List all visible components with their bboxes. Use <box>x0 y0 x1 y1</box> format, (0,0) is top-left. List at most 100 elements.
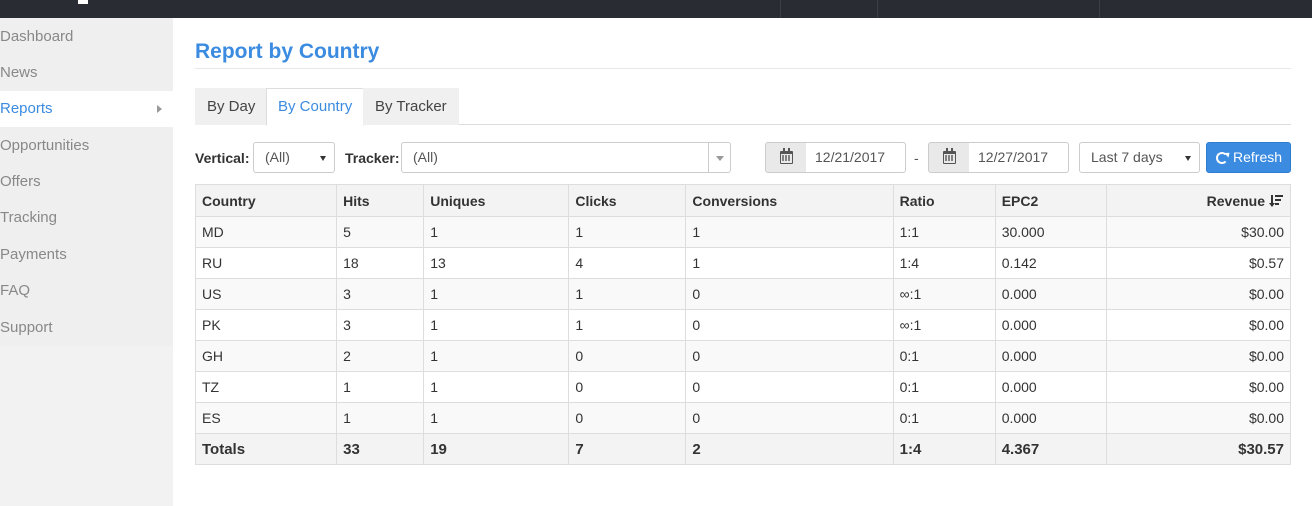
date-to-input[interactable]: 12/27/2017 <box>969 142 1069 173</box>
column-header-revenue-label: Revenue <box>1206 192 1265 209</box>
cell-hits: 2 <box>336 340 425 372</box>
sidebar-item-label: Tracking <box>0 209 57 226</box>
cell-ratio: 0:1 <box>892 402 996 434</box>
sidebar-item-offers[interactable]: Offers <box>0 164 173 200</box>
cell-uniques: 1 <box>423 278 570 310</box>
column-header-uniques[interactable]: Uniques <box>423 184 570 217</box>
caret-down-icon <box>320 156 326 161</box>
cell-revenue: $30.00 <box>1105 216 1292 248</box>
cell-clicks: 0 <box>568 402 687 434</box>
column-header-country[interactable]: Country <box>194 184 338 217</box>
cell-uniques: 1 <box>423 371 570 403</box>
cell-clicks: 1 <box>568 309 687 341</box>
column-header-epc2[interactable]: EPC2 <box>994 184 1107 217</box>
tab-by-tracker[interactable]: By Tracker <box>363 88 459 125</box>
tab-by-day[interactable]: By Day <box>195 88 268 125</box>
date-from-input[interactable]: 12/21/2017 <box>806 142 906 173</box>
table-header-row: Country Hits Uniques Clicks Conversions … <box>194 184 1292 217</box>
tracker-select[interactable]: (All) <box>401 142 731 173</box>
logo <box>78 0 88 4</box>
tracker-select-value: (All) <box>413 149 438 165</box>
vertical-select[interactable]: (All) <box>253 142 335 173</box>
cell-ratio: ∞:1 <box>892 278 996 310</box>
cell-epc2: 0.000 <box>994 278 1107 310</box>
cell-conversions: 0 <box>685 340 894 372</box>
refresh-button[interactable]: Refresh <box>1206 142 1291 173</box>
cell-hits: 3 <box>336 309 425 341</box>
sidebar-item-support[interactable]: Support <box>0 310 173 346</box>
cell-uniques: 1 <box>423 216 570 248</box>
navbar-divider <box>1099 0 1100 18</box>
cell-revenue: $0.00 <box>1105 402 1292 434</box>
sidebar: Dashboard News Reports Opportunities Off… <box>0 18 173 506</box>
column-header-ratio[interactable]: Ratio <box>892 184 996 217</box>
table-row: US 3 1 1 0 ∞:1 0.000 $0.00 <box>194 278 1292 310</box>
navbar-divider <box>780 0 781 18</box>
cell-uniques: 1 <box>423 309 570 341</box>
table-row: ES 1 1 0 0 0:1 0.000 $0.00 <box>194 402 1292 434</box>
sidebar-item-news[interactable]: News <box>0 55 173 91</box>
sidebar-item-label: Payments <box>0 246 67 263</box>
report-tabs: By Day By Country By Tracker <box>195 88 1291 126</box>
cell-uniques: 1 <box>423 402 570 434</box>
column-header-conversions[interactable]: Conversions <box>685 184 894 217</box>
cell-country: MD <box>194 216 338 248</box>
cell-conversions: 0 <box>685 371 894 403</box>
cell-conversions: 0 <box>685 402 894 434</box>
sidebar-item-label: Dashboard <box>0 28 74 45</box>
table-row: PK 3 1 1 0 ∞:1 0.000 $0.00 <box>194 309 1292 341</box>
totals-ratio: 1:4 <box>892 433 996 465</box>
sidebar-item-label: Support <box>0 319 53 336</box>
sidebar-item-opportunities[interactable]: Opportunities <box>0 128 173 164</box>
sidebar-item-label: FAQ <box>0 282 31 299</box>
tracker-dropdown-toggle[interactable] <box>708 143 730 172</box>
cell-clicks: 0 <box>568 371 687 403</box>
sidebar-item-reports[interactable]: Reports <box>0 91 173 127</box>
sidebar-item-tracking[interactable]: Tracking <box>0 200 173 236</box>
tab-by-country[interactable]: By Country <box>266 88 365 126</box>
refresh-button-label: Refresh <box>1233 149 1283 165</box>
cell-revenue: $0.00 <box>1105 371 1292 403</box>
cell-epc2: 0.000 <box>994 340 1107 372</box>
table-row: RU 18 13 4 1 1:4 0.142 $0.57 <box>194 247 1292 279</box>
sidebar-item-faq[interactable]: FAQ <box>0 273 173 309</box>
date-range-select[interactable]: Last 7 days <box>1079 142 1200 173</box>
cell-epc2: 0.000 <box>994 402 1107 434</box>
cell-hits: 5 <box>336 216 425 248</box>
vertical-select-value: (All) <box>265 149 290 165</box>
column-header-clicks[interactable]: Clicks <box>568 184 687 217</box>
cell-country: PK <box>194 309 338 341</box>
caret-down-icon <box>716 156 724 161</box>
cell-hits: 1 <box>336 371 425 403</box>
sidebar-item-dashboard[interactable]: Dashboard <box>0 19 173 55</box>
navbar-divider <box>877 0 878 18</box>
cell-conversions: 1 <box>685 216 894 248</box>
cell-hits: 3 <box>336 278 425 310</box>
cell-country: GH <box>194 340 338 372</box>
column-header-revenue[interactable]: Revenue <box>1105 184 1292 217</box>
vertical-label: Vertical: <box>195 150 250 166</box>
chevron-right-icon <box>157 105 162 113</box>
cell-ratio: ∞:1 <box>892 309 996 341</box>
totals-epc2: 4.367 <box>994 433 1107 465</box>
date-to-calendar-button[interactable] <box>928 142 970 173</box>
table-row: TZ 1 1 0 0 0:1 0.000 $0.00 <box>194 371 1292 403</box>
cell-ratio: 1:1 <box>892 216 996 248</box>
cell-ratio: 0:1 <box>892 371 996 403</box>
sidebar-item-payments[interactable]: Payments <box>0 237 173 273</box>
refresh-icon <box>1216 152 1228 164</box>
cell-epc2: 0.142 <box>994 247 1107 279</box>
cell-uniques: 1 <box>423 340 570 372</box>
date-separator: - <box>914 150 919 166</box>
cell-epc2: 30.000 <box>994 216 1107 248</box>
cell-country: RU <box>194 247 338 279</box>
cell-conversions: 0 <box>685 309 894 341</box>
sidebar-menu: Dashboard News Reports Opportunities Off… <box>0 18 173 346</box>
totals-clicks: 7 <box>568 433 687 465</box>
cell-country: TZ <box>194 371 338 403</box>
cell-hits: 1 <box>336 402 425 434</box>
date-from-calendar-button[interactable] <box>765 142 807 173</box>
cell-clicks: 0 <box>568 340 687 372</box>
column-header-hits[interactable]: Hits <box>336 184 425 217</box>
cell-epc2: 0.000 <box>994 371 1107 403</box>
